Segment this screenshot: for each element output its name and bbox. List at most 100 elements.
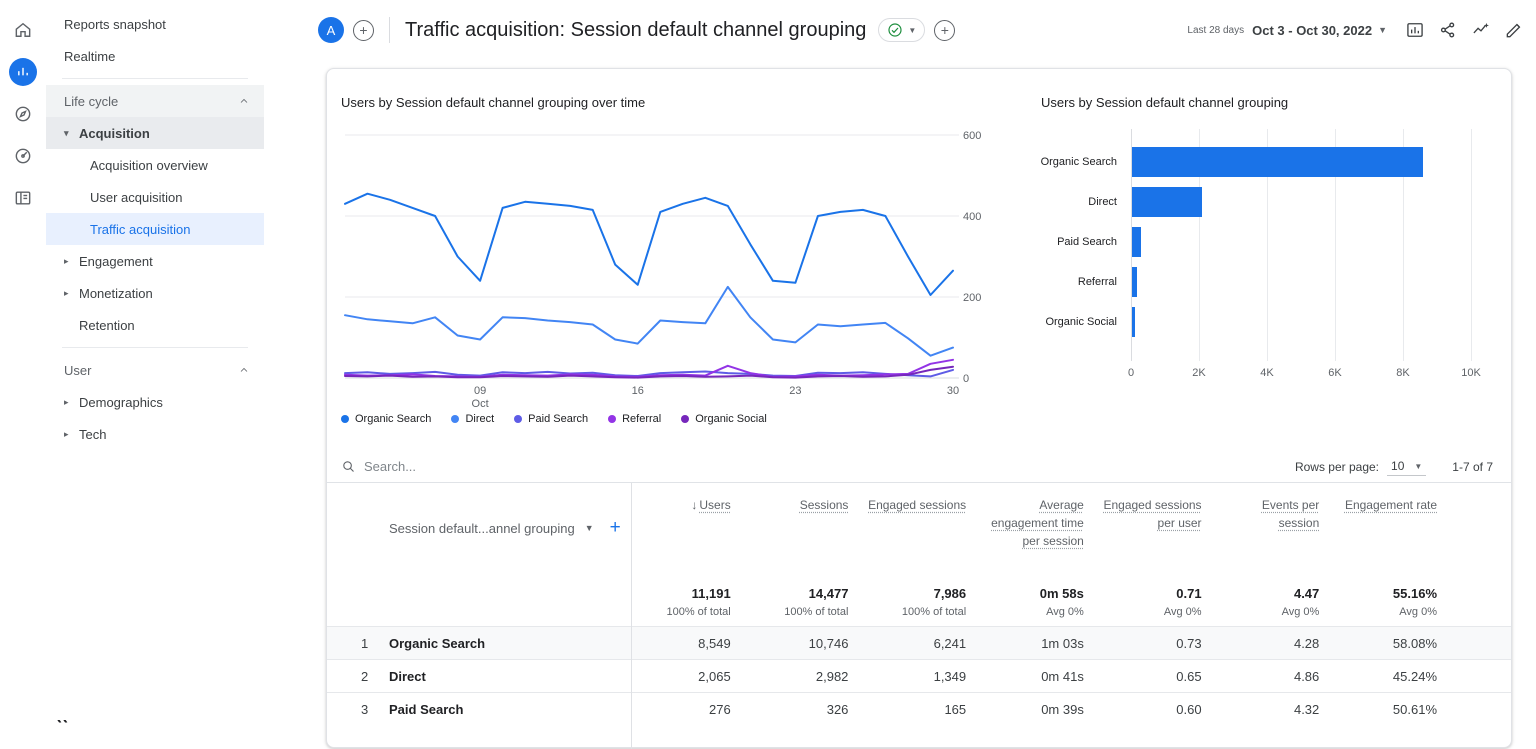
home-icon[interactable] [9,16,37,44]
rows-per-page-value: 10 [1391,459,1404,473]
column-header-users[interactable]: ↓Users [631,483,749,573]
bar[interactable] [1132,307,1135,337]
sidebar-item-acquisition-overview[interactable]: Acquisition overview [46,149,264,181]
chevron-up-icon[interactable] [238,364,250,376]
caret-down-icon[interactable]: ▾ [64,128,79,139]
table-row[interactable]: 3Paid Search 276 326 165 0m 39s 0.60 4.3… [327,692,1511,725]
search-input[interactable] [364,459,584,474]
line-chart: 020040060009Oct162330 [341,113,991,413]
legend-item: Organic Social [681,413,767,425]
legend-label: Paid Search [528,413,588,425]
cell-sessions: 326 [749,702,867,717]
y-tick-label: 400 [963,211,981,223]
caret-down-icon[interactable]: ▼ [1378,25,1387,35]
caret-right-icon[interactable]: ▸ [64,429,79,440]
chevron-up-icon[interactable] [238,95,250,107]
sidebar-item-label: Tech [79,427,106,442]
bar[interactable] [1132,267,1137,297]
sidebar-item-label: Engagement [79,254,153,269]
sidebar-section-user[interactable]: User [46,354,264,386]
bar[interactable] [1132,147,1423,177]
bar-category-label: Referral [1027,276,1117,288]
caret-right-icon[interactable]: ▸ [64,288,79,299]
bar[interactable] [1132,187,1202,217]
column-header-avg-engagement-time[interactable]: Average engagement time per session [984,483,1102,573]
row-index: 3 [361,702,389,717]
total-events-per-session: 4.47Avg 0% [1220,573,1338,626]
caret-down-icon[interactable]: ▼ [585,523,594,533]
sidebar-item-traffic-acquisition[interactable]: Traffic acquisition [46,213,264,245]
sidebar-item-tech[interactable]: ▸ Tech [46,418,264,450]
customize-report-icon[interactable] [1401,16,1429,44]
column-header-sessions[interactable]: Sessions [749,483,867,573]
caret-right-icon[interactable]: ▸ [64,397,79,408]
x-tick-label: 23 [789,385,801,397]
line-chart-title: Users by Session default channel groupin… [341,95,645,110]
table-header-row: Session default...annel grouping ▼ + ↓Us… [327,483,1511,573]
sidebar-item-demographics[interactable]: ▸ Demographics [46,386,264,418]
dimension-header[interactable]: Session default...annel grouping ▼ + [327,483,631,573]
check-circle-icon [887,22,903,38]
channel-name[interactable]: Direct [389,669,426,684]
cell-sessions: 2,982 [749,669,867,684]
avatar-letter: A [327,23,336,38]
total-avg-engagement-time: 0m 58sAvg 0% [984,573,1102,626]
avatar[interactable]: A [318,17,344,43]
date-range-picker[interactable]: Oct 3 - Oct 30, 2022 [1252,23,1372,38]
caret-right-icon[interactable]: ▸ [64,256,79,267]
cell-engaged-per-user: 0.73 [1102,636,1220,651]
legend-label: Referral [622,413,661,425]
add-dimension-icon[interactable]: + [610,517,621,539]
advertising-icon[interactable] [9,142,37,170]
bar[interactable] [1132,227,1141,257]
cell-engaged-sessions: 165 [866,702,984,717]
bar-chart: 02K4K6K8K10KOrganic SearchDirectPaid Sea… [1027,129,1497,449]
total-engagement-rate: 55.16%Avg 0% [1337,573,1455,626]
table-row[interactable]: 1Organic Search 8,549 10,746 6,241 1m 03… [327,626,1511,659]
section-label: User [64,363,91,378]
sidebar-item-reports-snapshot[interactable]: Reports snapshot [46,8,264,40]
reports-icon[interactable] [9,58,37,86]
sidebar-section-life-cycle[interactable]: Life cycle [46,85,264,117]
share-icon[interactable] [1434,16,1462,44]
column-header-engaged-sessions-per-user[interactable]: Engaged sessions per user [1102,483,1220,573]
row-index: 1 [361,636,389,651]
legend-dot [681,415,689,423]
explore-icon[interactable] [9,100,37,128]
edit-icon[interactable] [1500,16,1528,44]
cell-engagement-rate: 58.08% [1337,636,1455,651]
sidebar-item-engagement[interactable]: ▸ Engagement [46,245,264,277]
sidebar-item-realtime[interactable]: Realtime [46,40,264,72]
sidebar-item-label: Retention [79,318,135,333]
y-tick-label: 600 [963,130,981,142]
add-segment-icon[interactable]: + [353,20,374,41]
report-status-pill[interactable]: ▼ [878,18,925,42]
dimension-header-label: Session default...annel grouping [389,521,575,536]
sidebar-item-label: Acquisition overview [90,158,208,173]
insights-icon[interactable] [1467,16,1495,44]
channel-name[interactable]: Organic Search [389,636,485,651]
x-tick-label: 10K [1461,367,1481,379]
legend-label: Organic Social [695,413,767,425]
chart-legend: Organic SearchDirectPaid SearchReferralO… [341,413,767,425]
sidebar-item-acquisition[interactable]: ▾ Acquisition [46,117,264,149]
legend-item: Organic Search [341,413,431,425]
rows-per-page-select[interactable]: 10 ▼ [1387,457,1426,476]
x-tick-label: 8K [1396,367,1409,379]
library-icon[interactable] [9,184,37,212]
sidebar-item-retention[interactable]: Retention [46,309,264,341]
x-tick-label: 4K [1260,367,1273,379]
column-header-events-per-session[interactable]: Events per session [1220,483,1338,573]
column-header-engagement-rate[interactable]: Engagement rate [1337,483,1455,573]
table-row[interactable]: 2Direct 2,065 2,982 1,349 0m 41s 0.65 4.… [327,659,1511,692]
column-header-engaged-sessions[interactable]: Engaged sessions [866,483,984,573]
y-tick-label: 200 [963,292,981,304]
legend-item: Referral [608,413,661,425]
bar-category-label: Paid Search [1027,236,1117,248]
cell-sessions: 10,746 [749,636,867,651]
sidebar-item-monetization[interactable]: ▸ Monetization [46,277,264,309]
sidebar-item-user-acquisition[interactable]: User acquisition [46,181,264,213]
channel-name[interactable]: Paid Search [389,702,463,717]
add-comparison-icon[interactable]: + [934,20,955,41]
report-header: A + Traffic acquisition: Session default… [310,0,1536,60]
